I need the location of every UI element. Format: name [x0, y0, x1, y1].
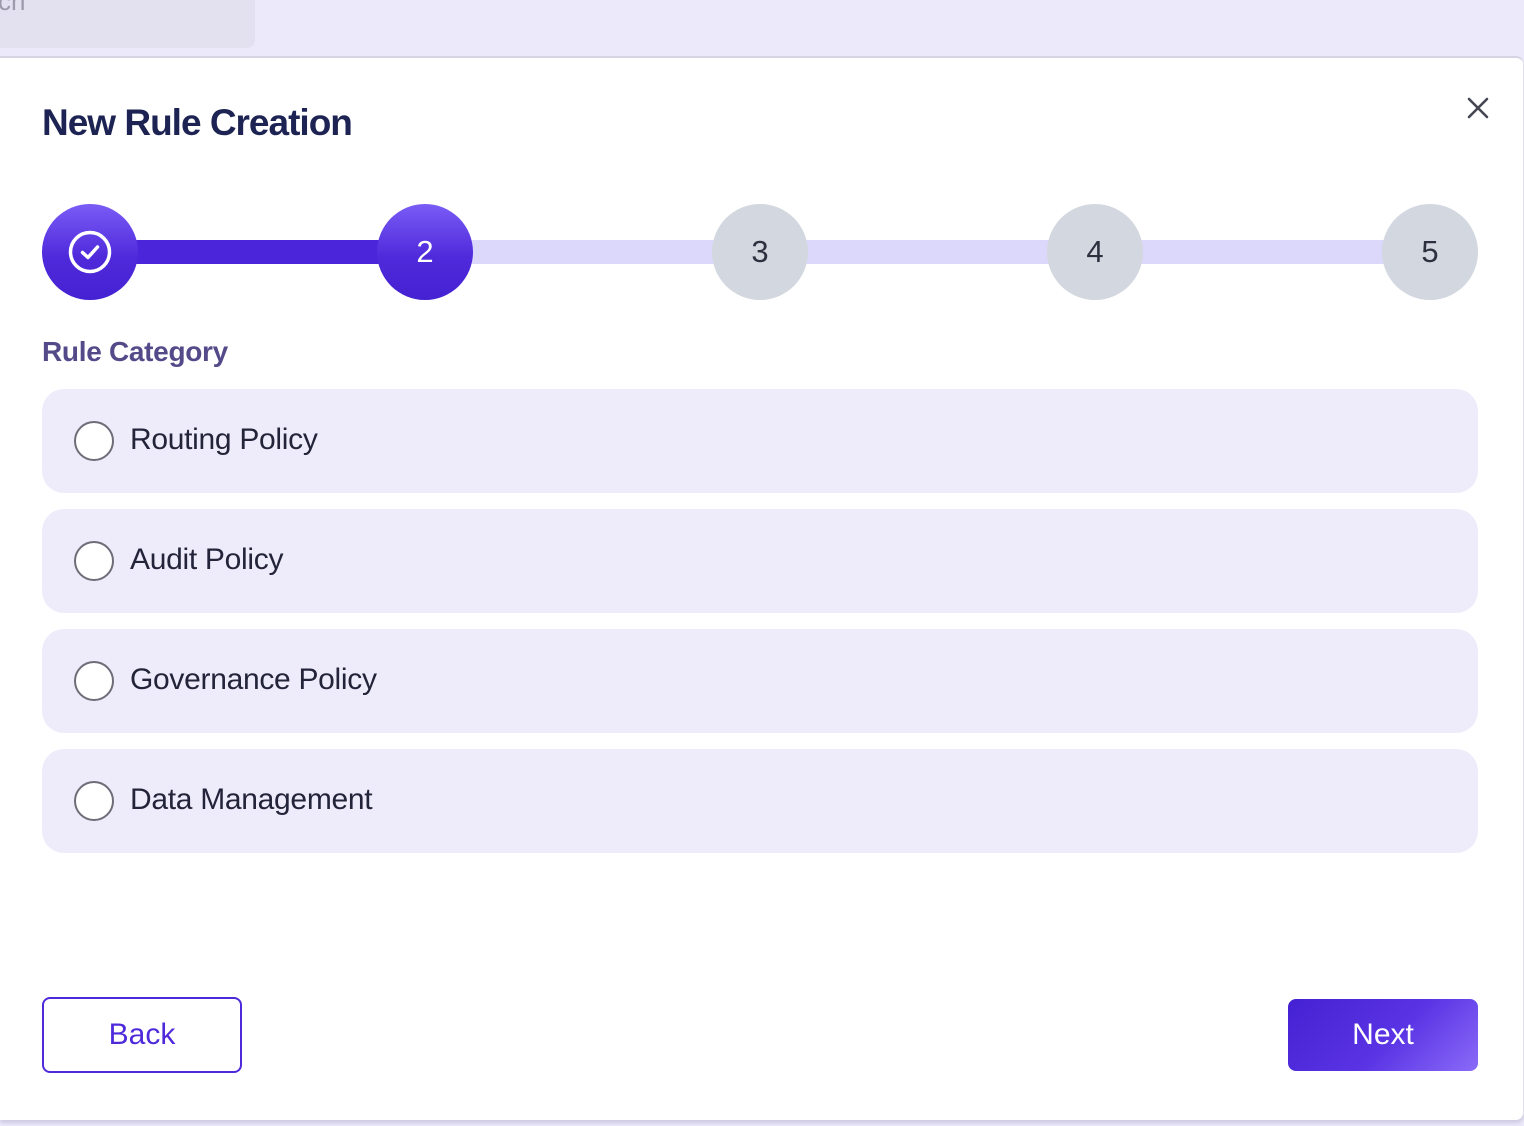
step-5-number: 5	[1421, 234, 1439, 269]
step-progress: 2 3 4 5	[42, 204, 1478, 300]
option-label: Governance Policy	[130, 663, 377, 696]
step-4-number: 4	[1086, 234, 1104, 269]
close-icon	[1467, 97, 1489, 119]
option-label: Data Management	[130, 783, 373, 816]
option-routing-policy[interactable]: Routing Policy	[42, 389, 1478, 493]
option-label: Audit Policy	[130, 543, 284, 576]
background-search-input: ch	[0, 0, 255, 48]
back-button[interactable]: Back	[42, 997, 242, 1073]
step-2[interactable]: 2	[377, 204, 473, 300]
check-circle-icon	[68, 230, 112, 274]
step-3-number: 3	[751, 234, 769, 269]
background-search-text: ch	[0, 0, 26, 16]
option-label: Routing Policy	[130, 423, 318, 456]
step-2-number: 2	[416, 234, 434, 269]
next-button[interactable]: Next	[1288, 999, 1478, 1071]
step-3[interactable]: 3	[712, 204, 808, 300]
radio-data-management[interactable]	[74, 781, 114, 821]
radio-governance-policy[interactable]	[74, 661, 114, 701]
modal-title: New Rule Creation	[42, 102, 353, 143]
step-1[interactable]	[42, 204, 138, 300]
step-4[interactable]: 4	[1047, 204, 1143, 300]
step-track-progress	[90, 240, 426, 264]
option-governance-policy[interactable]: Governance Policy	[42, 629, 1478, 733]
rule-category-label: Rule Category	[42, 336, 228, 367]
close-button[interactable]	[1462, 92, 1494, 124]
radio-audit-policy[interactable]	[74, 541, 114, 581]
radio-routing-policy[interactable]	[74, 421, 114, 461]
option-data-management[interactable]: Data Management	[42, 749, 1478, 853]
option-audit-policy[interactable]: Audit Policy	[42, 509, 1478, 613]
rule-category-options: Routing Policy Audit Policy Governance P…	[42, 389, 1478, 869]
step-5[interactable]: 5	[1382, 204, 1478, 300]
new-rule-modal: New Rule Creation 2 3 4 5 Rule Category	[0, 56, 1524, 1120]
